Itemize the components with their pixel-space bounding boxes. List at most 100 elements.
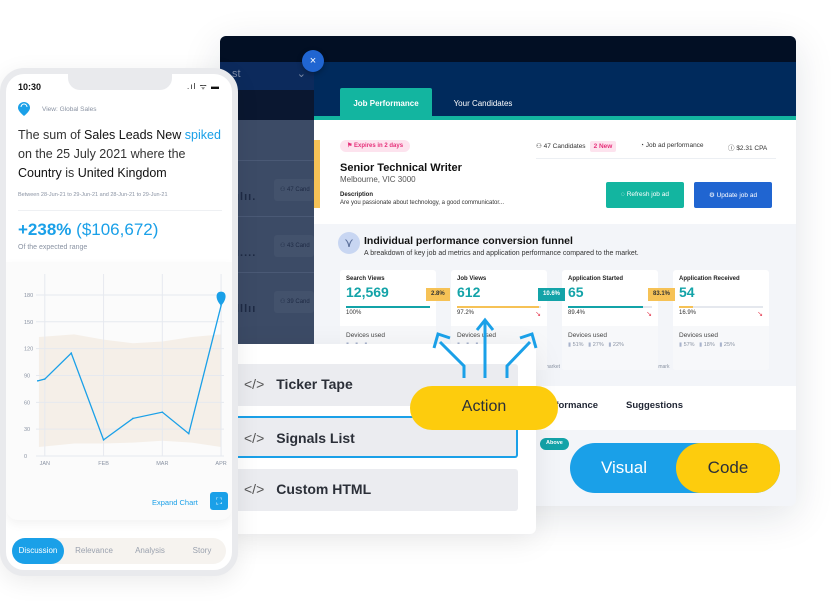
description-text: Are you passionate about technology, a g… xyxy=(340,200,504,206)
metric-progress xyxy=(568,306,652,308)
expand-icon[interactable]: ⛶ xyxy=(210,492,228,510)
metric-progress-fill xyxy=(679,306,694,308)
metric-percent: 16.9% xyxy=(679,310,697,316)
device-share: 25% xyxy=(723,342,735,348)
candidates-count: 39 Cand xyxy=(287,299,310,305)
tab-your-candidates[interactable]: Your Candidates xyxy=(442,88,524,118)
refresh-job-ad-button[interactable]: ◌ Refresh job ad xyxy=(606,182,684,208)
candidates-chip: ⚇ 43 Cand xyxy=(274,235,314,257)
metric-card: Application Received 54 16.9% ↘ Devices … xyxy=(673,270,769,370)
device-share: 27% xyxy=(592,342,604,348)
device-mobile-icon: ▮ xyxy=(568,342,572,348)
candidates-meta[interactable]: ⚇ 47 Candidates 2 New xyxy=(536,141,617,152)
metric-progress xyxy=(679,306,763,308)
close-button[interactable]: × xyxy=(302,50,324,72)
metric-progress-fill xyxy=(346,306,430,308)
insight-verb: spiked xyxy=(184,128,221,142)
candidates-count: 47 Cand xyxy=(287,187,310,193)
tab-story[interactable]: Story xyxy=(178,538,226,564)
above-badge: Above xyxy=(540,438,569,450)
flag-icon: ⚑ xyxy=(347,143,355,149)
update-label: Update job ad xyxy=(716,192,758,199)
new-badge: 2 New xyxy=(589,141,617,152)
insight-dimension: Country xyxy=(18,166,62,180)
divider xyxy=(18,210,222,211)
change-percent: +238% xyxy=(18,220,72,239)
y-tick-label: 180 xyxy=(24,293,33,299)
tab-suggestions[interactable]: Suggestions xyxy=(626,400,683,411)
visual-code-toggle[interactable]: Visual Code xyxy=(570,443,780,493)
bars-icon: lllıı xyxy=(236,303,257,315)
tab-analysis[interactable]: Analysis xyxy=(124,538,176,564)
view-label: View: Global Sales xyxy=(42,106,97,113)
status-time: 10:30 xyxy=(18,82,42,92)
conversion-rate-tag: 83.1% xyxy=(648,288,676,301)
metric-label: Job Views xyxy=(457,276,487,282)
location-pin-icon xyxy=(18,102,30,116)
metric-label: Search Views xyxy=(346,276,385,282)
trend-down-icon: ↘ xyxy=(646,311,652,318)
action-pill[interactable]: Action xyxy=(410,386,558,430)
change-amount: ($106,672) xyxy=(76,220,159,239)
cpa-meta: ⓘ $2.31 CPA xyxy=(728,142,767,152)
y-tick-label: 120 xyxy=(24,347,33,353)
device-desktop-icon: ▮ xyxy=(608,342,612,348)
tab-relevance[interactable]: Relevance xyxy=(68,538,120,564)
phone-tabs: Discussion Relevance Analysis Story xyxy=(12,538,226,564)
insight-text: The sum of Sales Leads New spiked on the… xyxy=(18,126,232,183)
device-tablet-icon: ▮ xyxy=(588,342,592,348)
y-tick-label: 30 xyxy=(24,427,30,433)
conversion-rate-tag: 2.8% xyxy=(426,288,450,301)
x-tick-label: APR xyxy=(215,461,226,467)
metric-value: 65 xyxy=(568,284,584,300)
candidates-count: 43 Cand xyxy=(287,243,310,249)
metric-label: Application Started xyxy=(568,276,624,282)
expand-chart-link[interactable]: Expand Chart xyxy=(152,498,198,507)
widget-custom-html[interactable]: </> Custom HTML xyxy=(230,469,518,511)
toggle-visual[interactable]: Visual xyxy=(570,443,678,493)
candidates-chip: ⚇ 39 Cand xyxy=(274,291,314,313)
job-location: Melbourne, VIC 3000 xyxy=(340,175,416,184)
metric-label: Application Received xyxy=(679,276,740,282)
data-point xyxy=(36,380,39,382)
x-tick-label: FEB xyxy=(98,461,109,467)
tabs-header: Job Performance Your Candidates xyxy=(314,62,796,120)
performance-text: Job ad performance xyxy=(645,142,704,149)
funnel-icon: ⋎ xyxy=(338,232,360,254)
job-ad-performance-link[interactable]: ◔ Job ad performance xyxy=(640,142,704,149)
toggle-code[interactable]: Code xyxy=(676,443,780,493)
device-desktop-icon: ▮ xyxy=(719,342,723,348)
expected-range-band xyxy=(38,334,222,448)
tab-job-performance[interactable]: Job Performance xyxy=(340,88,432,118)
phone-notch xyxy=(68,74,172,90)
close-icon: × xyxy=(309,55,317,67)
data-point xyxy=(187,432,190,435)
device-tablet-icon: ▮ xyxy=(699,342,703,348)
divider xyxy=(536,158,776,159)
devices-label: Devices used xyxy=(568,332,608,339)
spike-marker-icon xyxy=(216,291,226,306)
arrow-up-icon xyxy=(475,317,495,378)
device-share: 57% xyxy=(683,342,695,348)
metric-progress xyxy=(346,306,430,308)
update-job-ad-button[interactable]: ⚙ Update job ad xyxy=(694,182,772,208)
x-tick-label: MAR xyxy=(156,461,168,467)
expires-text: Expires in 2 days xyxy=(354,143,404,149)
expected-range-label: Of the expected range xyxy=(18,244,88,251)
date-range: Between 28-Jun-21 to 29-Jun-21 and 28-Ju… xyxy=(18,192,168,198)
insight-dimension-value: United Kingdom xyxy=(77,166,167,180)
widget-label: Signals List xyxy=(276,430,355,446)
metric-value: 12,569 xyxy=(346,284,389,300)
job-title: Senior Technical Writer xyxy=(340,162,462,174)
gear-icon: ⚙ xyxy=(708,192,717,199)
insight-metric: Sales Leads New xyxy=(84,128,182,142)
x-tick-label: JAN xyxy=(40,461,50,467)
metric-progress-fill xyxy=(457,306,539,308)
metric-card: Application Started 65 89.4% ↘ Devices u… xyxy=(562,270,658,370)
y-tick-label: 0 xyxy=(24,454,27,460)
data-point xyxy=(70,352,73,354)
funnel-title: Individual performance conversion funnel xyxy=(364,235,573,247)
bars-icon: ı.... xyxy=(236,247,257,259)
insight-part: on the 25 July 2021 where the xyxy=(18,147,186,161)
tab-discussion[interactable]: Discussion xyxy=(12,538,64,564)
